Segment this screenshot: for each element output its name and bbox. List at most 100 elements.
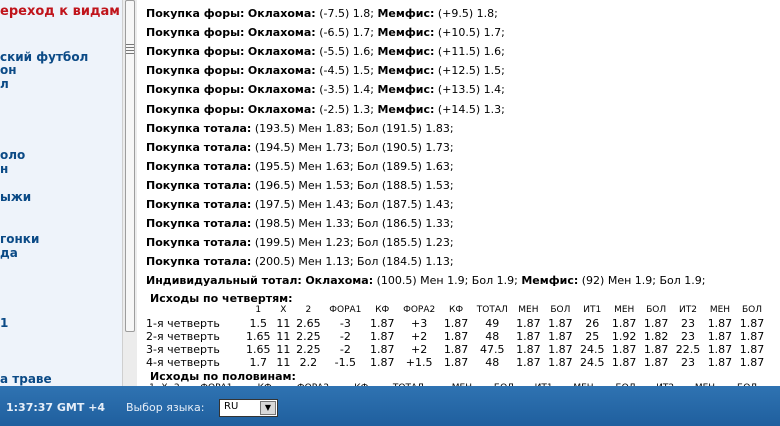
sidebar-item-5[interactable]: н	[0, 163, 8, 176]
odds-label: Покупка форы:	[146, 26, 245, 40]
odds-cell[interactable]: 1.87	[736, 343, 768, 356]
odds-cell[interactable]: +2	[398, 330, 440, 343]
table-row: 3-я четверть 1.65 11 2.25 -2 1.87 +2 1.87 47.5 1.…	[146, 343, 768, 356]
odds-cell[interactable]: 1.87	[440, 317, 472, 330]
odds-label: Оклахома:	[247, 45, 316, 59]
sidebar-item-3[interactable]: л	[0, 78, 9, 91]
odds-cell[interactable]: 1.87	[512, 343, 544, 356]
odds-cell[interactable]: 1.87	[440, 343, 472, 356]
odds-cell[interactable]: 1.87	[640, 317, 672, 330]
odds-label: Мемфис:	[377, 7, 435, 20]
odds-cell[interactable]: 24.5	[576, 343, 608, 356]
odds-cell[interactable]: 1.87	[544, 343, 576, 356]
odds-line: Покупка форы: Оклахома: (-5.5) 1.6; Мемф…	[146, 45, 505, 59]
sidebar-item-grass[interactable]: а траве	[0, 373, 52, 386]
odds-cell[interactable]: 1.87	[640, 356, 672, 369]
odds-value: (193.5) Мен 1.83; Бол (191.5) 1.83;	[254, 121, 454, 135]
odds-cell[interactable]: 48	[472, 330, 512, 343]
odds-cell[interactable]: 11	[274, 330, 292, 343]
odds-line: Индивидуальный тотал: Оклахома: (100.5) …	[146, 274, 706, 288]
odds-value: (-6.5) 1.7;	[319, 26, 374, 40]
odds-cell[interactable]: 1.87	[366, 330, 398, 343]
odds-cell[interactable]: 1.87	[736, 356, 768, 369]
odds-cell[interactable]: -2	[324, 330, 366, 343]
column-header	[146, 304, 242, 317]
sidebar-item-4[interactable]: оло	[0, 149, 25, 162]
odds-value: (92) Мен 1.9; Бол 1.9;	[581, 274, 706, 288]
odds-value: (+13.5) 1.4;	[437, 83, 505, 97]
odds-label: Покупка тотала:	[146, 236, 252, 250]
odds-cell[interactable]: 23	[672, 317, 704, 330]
odds-cell[interactable]: 1.87	[704, 330, 736, 343]
odds-cell[interactable]: 1.82	[640, 330, 672, 343]
odds-cell[interactable]: 22.5	[672, 343, 704, 356]
odds-cell[interactable]: 23	[672, 330, 704, 343]
odds-label: Мемфис:	[521, 274, 579, 288]
chevron-down-icon[interactable]: ▼	[260, 401, 276, 415]
odds-cell[interactable]: 1.92	[608, 330, 640, 343]
odds-cell[interactable]: 26	[576, 317, 608, 330]
odds-cell[interactable]: 47.5	[472, 343, 512, 356]
odds-cell[interactable]: +3	[398, 317, 440, 330]
odds-label: Оклахома:	[247, 64, 316, 78]
odds-line: Покупка тотала: (197.5) Мен 1.43; Бол (1…	[146, 198, 454, 212]
odds-cell[interactable]: 1.87	[608, 317, 640, 330]
odds-cell[interactable]: 1.87	[366, 343, 398, 356]
odds-value: (-4.5) 1.5;	[319, 64, 374, 78]
sidebar-item-2[interactable]: он	[0, 64, 17, 77]
odds-cell[interactable]: 1.87	[736, 330, 768, 343]
odds-cell[interactable]: -3	[324, 317, 366, 330]
odds-cell[interactable]: 1.87	[544, 356, 576, 369]
column-header: КФ	[449, 305, 464, 315]
sidebar-item-9[interactable]: 1	[0, 317, 8, 330]
odds-cell[interactable]: 1.87	[366, 317, 398, 330]
odds-cell[interactable]: 1.87	[440, 330, 472, 343]
sidebar-item-racing[interactable]: гонки	[0, 233, 39, 246]
row-label: 2-я четверть	[146, 330, 220, 343]
odds-value: (+10.5) 1.7;	[437, 26, 505, 40]
odds-cell[interactable]: 1.87	[736, 317, 768, 330]
odds-cell[interactable]: 1.87	[640, 343, 672, 356]
odds-cell[interactable]: 11	[274, 317, 292, 330]
odds-value: (-2.5) 1.3;	[319, 102, 374, 116]
odds-cell[interactable]: 1.87	[704, 317, 736, 330]
odds-cell[interactable]: -1.5	[324, 356, 366, 369]
odds-cell[interactable]: 49	[472, 317, 512, 330]
language-select[interactable]: RU ▼	[219, 399, 278, 417]
odds-cell[interactable]: 1.87	[544, 317, 576, 330]
odds-cell[interactable]: 1.87	[608, 343, 640, 356]
odds-cell[interactable]: 24.5	[576, 356, 608, 369]
sidebar-item-8[interactable]: да	[0, 247, 18, 260]
sidebar-item-go-to-sports[interactable]: ереход к видам	[0, 5, 120, 18]
odds-cell[interactable]: 1.87	[512, 330, 544, 343]
odds-label: Оклахома:	[305, 274, 374, 288]
odds-cell[interactable]: 1.65	[242, 330, 274, 343]
odds-cell[interactable]: 11	[274, 343, 292, 356]
odds-cell[interactable]: 1.7	[242, 356, 274, 369]
odds-cell[interactable]: 2.25	[292, 330, 324, 343]
odds-cell[interactable]: -2	[324, 343, 366, 356]
odds-cell[interactable]: 1.87	[544, 330, 576, 343]
odds-cell[interactable]: 2.2	[292, 356, 324, 369]
odds-cell[interactable]: 2.25	[292, 343, 324, 356]
odds-cell[interactable]: 1.87	[704, 343, 736, 356]
sidebar-item-skiing[interactable]: ыжи	[0, 191, 31, 204]
odds-cell[interactable]: 25	[576, 330, 608, 343]
odds-cell[interactable]: 1.87	[440, 356, 472, 369]
odds-cell[interactable]: +1.5	[398, 356, 440, 369]
odds-cell[interactable]: 1.87	[366, 356, 398, 369]
odds-cell[interactable]: 48	[472, 356, 512, 369]
odds-cell[interactable]: 23	[672, 356, 704, 369]
odds-cell[interactable]: 1.87	[512, 356, 544, 369]
odds-cell[interactable]: 1.87	[608, 356, 640, 369]
sidebar-scrollbar[interactable]	[122, 0, 137, 386]
odds-cell[interactable]: +2	[398, 343, 440, 356]
odds-cell[interactable]: 1.65	[242, 343, 274, 356]
table-row: 2-я четверть 1.65 11 2.25 -2 1.87 +2 1.87 48 1.87…	[146, 330, 768, 343]
odds-cell[interactable]: 11	[274, 356, 292, 369]
odds-cell[interactable]: 1.5	[242, 317, 274, 330]
odds-cell[interactable]: 2.65	[292, 317, 324, 330]
odds-label: Мемфис:	[377, 26, 435, 40]
odds-cell[interactable]: 1.87	[512, 317, 544, 330]
odds-cell[interactable]: 1.87	[704, 356, 736, 369]
